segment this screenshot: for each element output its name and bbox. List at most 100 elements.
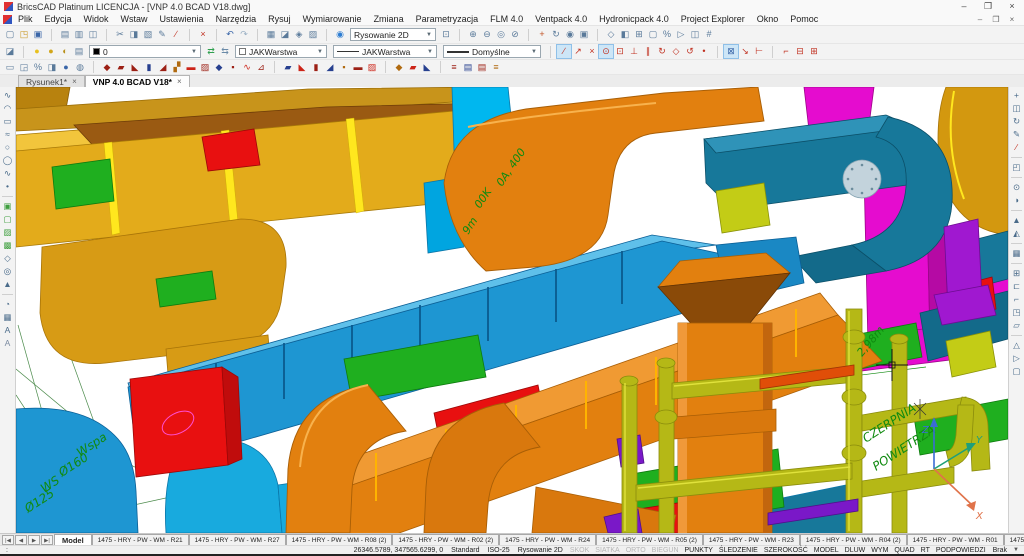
mdi-restore-button[interactable]: ❐ [988,15,1004,24]
explode-icon[interactable]: ⊞ [1010,267,1023,280]
offset-icon[interactable]: ⊙ [1010,181,1023,194]
layer-on-icon[interactable]: ● [30,45,44,58]
vp-schedule-icon[interactable]: ▤ [461,61,475,74]
esnap-tangent-icon[interactable]: ↺ [683,45,697,58]
ellipse-icon[interactable]: ◯ [1,154,14,167]
pan-icon[interactable]: + [535,28,549,41]
rectangle-icon[interactable]: ▭ [1,115,14,128]
status-toggle-śledzenie[interactable]: ŚLEDZENIE [716,547,761,554]
menu-item[interactable]: Narzędzia [210,14,263,24]
layout-tab[interactable]: 1475 - HRY - PW - WM - R27 [189,534,286,545]
esnap-point-icon[interactable]: • [697,45,711,58]
vp-damper-icon[interactable]: ▬ [184,61,198,74]
look-icon[interactable]: ◉ [563,28,577,41]
redo-icon[interactable]: ↷ [237,28,251,41]
vp-tee-icon[interactable]: ▮ [142,61,156,74]
close-icon[interactable]: × [72,77,77,86]
text-style-field[interactable]: Standard [447,547,483,554]
vp-dimension-icon[interactable]: ◣ [420,61,434,74]
layout-tab[interactable]: 1475 - HRY - PW - WM - R20 (2) [1004,534,1024,545]
scale-view-icon[interactable]: % [660,28,674,41]
menu-item[interactable]: Zmiana [368,14,410,24]
mirror-icon[interactable]: ◰ [1010,161,1023,174]
menu-item[interactable]: Widok [78,14,115,24]
esnap-apparent-icon[interactable]: ⊢ [752,45,766,58]
menu-item[interactable]: Ventpack 4.0 [529,14,593,24]
grid-view-icon[interactable]: # [702,28,716,41]
scale-percent-icon[interactable]: % [31,61,45,74]
esnap-parallel-icon[interactable]: ∥ [641,45,655,58]
layer-freeze-icon[interactable]: ● [44,45,58,58]
vp-flex-duct-icon[interactable]: ∿ [240,61,254,74]
layout-tab[interactable]: 1475 - HRY - PW - WM - R02 (2) [392,534,499,545]
circle-icon[interactable]: ○ [1,141,14,154]
menu-item[interactable]: Wymiarowanie [297,14,368,24]
vp-reducer-icon[interactable]: ◢ [156,61,170,74]
esnap-rotation-icon[interactable]: ↻ [655,45,669,58]
vp-bom-icon[interactable]: ≡ [447,61,461,74]
sheet-set-icon[interactable]: ◧ [618,28,632,41]
hatch-icon[interactable]: ▨ [1,226,14,239]
status-toggle-skok[interactable]: SKOK [567,547,592,554]
wipeout-icon[interactable]: ◪ [278,28,292,41]
align-icon[interactable]: ◭ [1010,227,1023,240]
ellipse-arc-icon[interactable]: ◔ [1,298,14,311]
status-toggle-quad[interactable]: QUAD [891,547,917,554]
layout-nav-button[interactable]: |◀ [2,535,14,545]
status-dropdown-icon[interactable]: ▼ [1011,547,1024,553]
vp-pump-icon[interactable]: ▪ [337,61,351,74]
save-icon[interactable]: ▣ [31,28,45,41]
menu-item[interactable]: Okno [751,14,785,24]
draw-order-icon[interactable]: ◪ [3,45,17,58]
orbit-icon[interactable]: ↻ [549,28,563,41]
vp-diffuser-icon[interactable]: ◆ [212,61,226,74]
workspace-combo[interactable]: Rysowanie 2D ▼ [350,28,436,41]
menu-item[interactable]: Ustawienia [154,14,210,24]
lineweight-combo[interactable]: Domyślne ▼ [443,45,541,58]
vp-radiator-icon[interactable]: ▬ [351,61,365,74]
donut-icon[interactable]: ◎ [1,265,14,278]
layer-lock-icon[interactable]: ◐ [58,45,72,58]
orbit-3d-icon[interactable]: ◑ [1010,194,1023,207]
mdi-close-button[interactable]: × [1004,15,1020,24]
paint-icon[interactable]: ✎ [1010,128,1023,141]
status-toggle-rt[interactable]: RT [918,547,933,554]
layout-nav-button[interactable]: ▶| [41,535,53,545]
table-draw-icon[interactable]: ▦ [1,311,14,324]
camera-icon[interactable]: ▣ [577,28,591,41]
esnap-settings-icon[interactable]: ⊞ [807,45,821,58]
status-toggle-szerokość[interactable]: SZEROKOŚĆ [761,547,811,554]
linetype-combo[interactable]: JAKWarstwa ▼ [333,45,437,58]
dim-style-field[interactable]: ISO-25 [484,547,514,554]
mdi-minimize-button[interactable]: – [972,15,988,24]
layout-view-icon[interactable]: ◨ [45,61,59,74]
extend-icon[interactable]: ⌐ [1010,293,1023,306]
menu-item[interactable]: Project Explorer [675,14,751,24]
drawing-canvas[interactable]: Wspa Ø160 WS Ø125 0A, 400 00K 9m 2,98m C… [16,87,1008,533]
plot-style-icon[interactable]: ▤ [58,28,72,41]
close-button[interactable]: × [1000,0,1024,13]
trim-icon[interactable]: ⊏ [1010,280,1023,293]
move-icon[interactable]: + [1010,89,1023,102]
split-view-icon[interactable]: ◫ [688,28,702,41]
menu-item[interactable]: Edycja [39,14,78,24]
zoom-previous-icon[interactable]: ⊘ [508,28,522,41]
menu-item[interactable]: Plik [12,14,39,24]
zoom-in-icon[interactable]: ⊕ [466,28,480,41]
vp-list-icon[interactable]: ▤ [475,61,489,74]
mtext-icon[interactable]: A [1,337,14,350]
shade-sphere-icon[interactable]: ● [59,61,73,74]
workspace-field[interactable]: Rysowanie 2D [514,547,567,554]
polygon-icon[interactable]: ◇ [1,252,14,265]
esnap-midpoint-icon[interactable]: × [585,45,599,58]
print-preview-icon[interactable]: ◫ [86,28,100,41]
layout-tab[interactable]: 1475 - HRY - PW - WM - R05 (2) [596,534,703,545]
esnap-center-icon[interactable]: ⊙ [599,45,613,58]
join-icon[interactable]: ▷ [1010,352,1023,365]
zoom-extents-icon[interactable]: ◎ [494,28,508,41]
table-icon[interactable]: ▦ [264,28,278,41]
window-tile-icon[interactable]: ⊞ [632,28,646,41]
menu-item[interactable]: Pomoc [784,14,824,24]
open-icon[interactable]: ◳ [17,28,31,41]
cut-icon[interactable]: ✂ [113,28,127,41]
